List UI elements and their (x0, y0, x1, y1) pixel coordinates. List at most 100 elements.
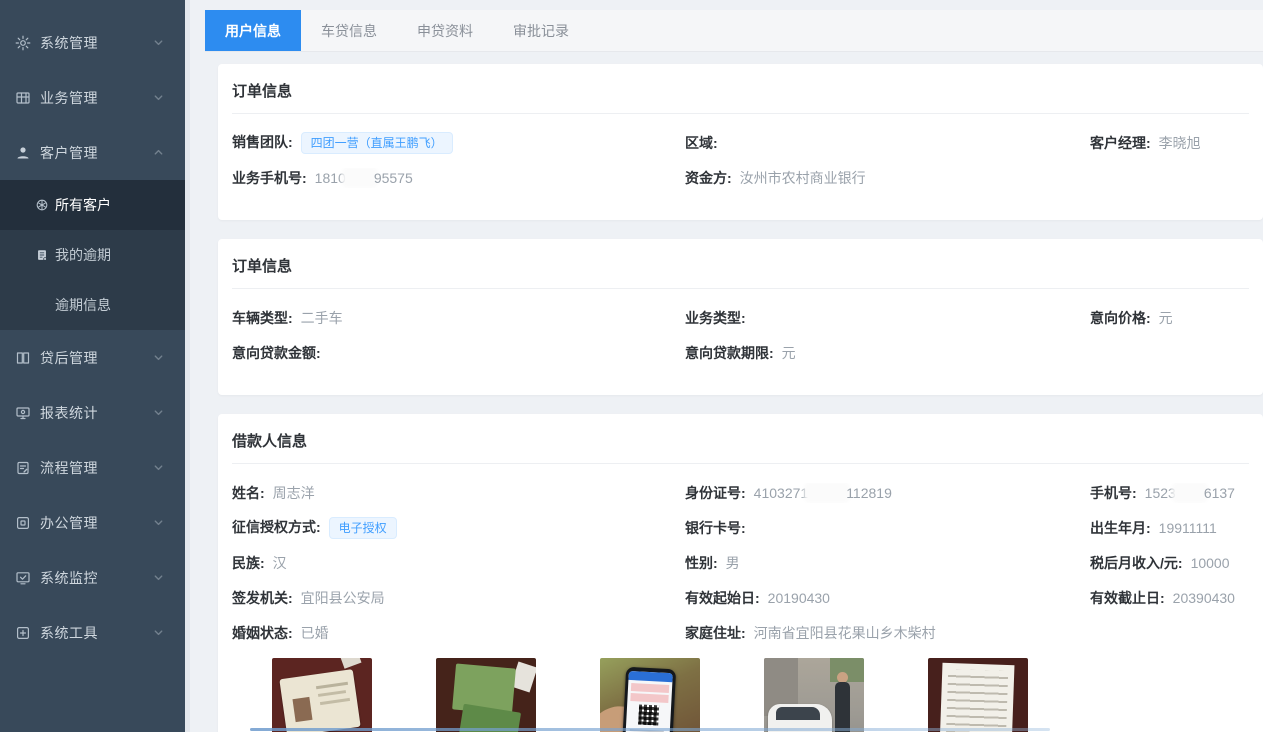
field-value: 二手车 (301, 310, 343, 326)
chevron-down-icon (153, 462, 165, 474)
field-value: 元 (1159, 310, 1173, 326)
field-婚姻状态: 婚姻状态: 已婚 (232, 623, 685, 643)
field-银行卡号: 银行卡号: (685, 518, 1090, 538)
field-有效截止日: 有效截止日:20390430 (1090, 588, 1249, 608)
sidebar-subitem-label: 我的逾期 (55, 245, 111, 265)
field-销售团队: 销售团队: 四团一营（直属王鹏飞） (232, 132, 685, 154)
section-title: 订单信息 (232, 80, 1249, 114)
field-label: 身份证号: (685, 485, 746, 501)
field-value: 4103271112819 (754, 485, 892, 501)
tab-车贷信息[interactable]: 车贷信息 (301, 10, 397, 51)
field-row: 民族:汉性别: 男 税后月收入/元: 10000 (232, 552, 1249, 574)
section-card-2: 借款人信息姓名: 周志洋 身份证号: 4103271112819 手机号: 1523613… (218, 414, 1263, 732)
field-label: 手机号: (1090, 485, 1137, 501)
field-value: 已婚 (301, 625, 329, 641)
sidebar-item-系统工具[interactable]: 系统工具 (0, 605, 185, 660)
sidebar-item-流程管理[interactable]: 流程管理 (0, 440, 185, 495)
field-征信授权方式: 征信授权方式:电子授权 (232, 517, 685, 539)
section-card-0: 订单信息销售团队:四团一营（直属王鹏飞）区域:客户经理:李晓旭业务手机号:181… (218, 64, 1263, 220)
field-label: 税后月收入/元: (1090, 555, 1183, 571)
field-业务手机号: 业务手机号:181095575 (232, 168, 685, 188)
field-tag[interactable]: 四团一营（直属王鹏飞） (301, 132, 453, 154)
car-person-photo[interactable]: 人车合影 (764, 658, 864, 732)
gear-icon (14, 34, 31, 51)
sidebar-subitem-逾期信息[interactable]: 逾期信息 (0, 280, 185, 330)
sidebar-item-客户管理[interactable]: 客户管理 (0, 125, 185, 180)
sidebar-item-label: 办公管理 (40, 513, 153, 533)
section-title: 订单信息 (232, 255, 1249, 289)
field-row: 姓名: 周志洋 身份证号: 4103271112819 手机号: 15236137 (232, 482, 1249, 504)
bottom-scroll-indicator[interactable] (250, 728, 1050, 731)
field-车辆类型: 车辆类型: 二手车 (232, 308, 685, 328)
field-意向价格: 意向价格: 元 (1090, 308, 1249, 328)
handwritten-doc-photo[interactable]: 补充材料 (928, 658, 1028, 732)
field-label: 签发机关: (232, 590, 293, 606)
tab-审批记录[interactable]: 审批记录 (493, 10, 589, 51)
field-label: 客户经理: (1090, 135, 1151, 151)
field-label: 民族: (232, 555, 265, 571)
sidebar: 系统管理业务管理客户管理所有客户我的逾期逾期信息贷后管理报表统计流程管理办公管理… (0, 0, 185, 732)
sidebar-item-label: 系统监控 (40, 568, 153, 588)
field-民族: 民族:汉 (232, 553, 685, 573)
sidebar-item-系统管理[interactable]: 系统管理 (0, 15, 185, 70)
field-label: 婚姻状态: (232, 625, 293, 641)
field-value: 10000 (1191, 555, 1230, 571)
field-label: 意向贷款金额: (232, 345, 321, 361)
sidebar-item-贷后管理[interactable]: 贷后管理 (0, 330, 185, 385)
field-业务类型: 业务类型: (685, 308, 1090, 328)
field-value: 周志洋 (273, 485, 315, 501)
field-手机号: 手机号: 15236137 (1090, 483, 1249, 503)
chevron-down-icon (153, 407, 165, 419)
sidebar-item-label: 业务管理 (40, 88, 153, 108)
field-意向贷款金额: 意向贷款金额: (232, 343, 685, 363)
field-label: 销售团队: (232, 134, 293, 150)
field-label: 意向价格: (1090, 310, 1151, 326)
field-row: 意向贷款金额: 意向贷款期限: 元 (232, 342, 1249, 364)
field-value: 20190430 (768, 590, 830, 606)
field-row: 征信授权方式:电子授权银行卡号: 出生年月:19911111 (232, 517, 1249, 539)
field-客户经理: 客户经理:李晓旭 (1090, 133, 1249, 153)
photo-row: 人像面证件翻拍件授权证明人车合影补充材料 (232, 658, 1249, 732)
customers-icon (34, 198, 49, 213)
field-label: 意向贷款期限: (685, 345, 774, 361)
field-label: 银行卡号: (685, 520, 746, 536)
sidebar-subitem-我的逾期[interactable]: 我的逾期 (0, 230, 185, 280)
main-content: 用户信息车贷信息申贷资料审批记录 订单信息销售团队:四团一营（直属王鹏飞）区域:… (185, 0, 1263, 732)
field-value: 男 (726, 555, 740, 571)
field-tag[interactable]: 电子授权 (329, 517, 397, 539)
sidebar-item-业务管理[interactable]: 业务管理 (0, 70, 185, 125)
field-出生年月: 出生年月:19911111 (1090, 518, 1249, 538)
sidebar-item-办公管理[interactable]: 办公管理 (0, 495, 185, 550)
field-label: 姓名: (232, 485, 265, 501)
sidebar-item-报表统计[interactable]: 报表统计 (0, 385, 185, 440)
sidebar-submenu: 所有客户我的逾期逾期信息 (0, 180, 185, 330)
field-value: 20390430 (1173, 590, 1235, 606)
chevron-down-icon (153, 517, 165, 529)
sidebar-item-系统监控[interactable]: 系统监控 (0, 550, 185, 605)
field-value: 15236137 (1145, 485, 1235, 501)
detail-cards: 订单信息销售团队:四团一营（直属王鹏飞）区域:客户经理:李晓旭业务手机号:181… (205, 52, 1263, 732)
field-label: 性别: (685, 555, 718, 571)
redacted-blur (346, 171, 374, 184)
tab-用户信息[interactable]: 用户信息 (205, 10, 301, 51)
field-label: 车辆类型: (232, 310, 293, 326)
field-label: 业务类型: (685, 310, 746, 326)
overdue-doc-icon (34, 248, 49, 263)
field-label: 业务手机号: (232, 170, 307, 186)
field-value: 宜阳县公安局 (301, 590, 385, 606)
phone-qr-photo[interactable]: 授权证明 (600, 658, 700, 732)
field-签发机关: 签发机关: 宜阳县公安局 (232, 588, 685, 608)
id-card-photo[interactable]: 人像面 (272, 658, 372, 732)
green-booklet-photo[interactable]: 证件翻拍件 (436, 658, 536, 732)
sidebar-item-label: 报表统计 (40, 403, 153, 423)
sidebar-subitem-label: 所有客户 (55, 195, 111, 215)
sidebar-subitem-所有客户[interactable]: 所有客户 (0, 180, 185, 230)
field-value: 河南省宜阳县花果山乡木柴村 (754, 625, 936, 641)
field-value: 19911111 (1159, 520, 1217, 536)
field-value: 元 (782, 345, 796, 361)
chevron-down-icon (153, 352, 165, 364)
sidebar-menu: 系统管理业务管理客户管理所有客户我的逾期逾期信息贷后管理报表统计流程管理办公管理… (0, 0, 185, 660)
redacted-blur (1176, 486, 1204, 499)
tab-申贷资料[interactable]: 申贷资料 (397, 10, 493, 51)
section-title: 借款人信息 (232, 430, 1249, 464)
